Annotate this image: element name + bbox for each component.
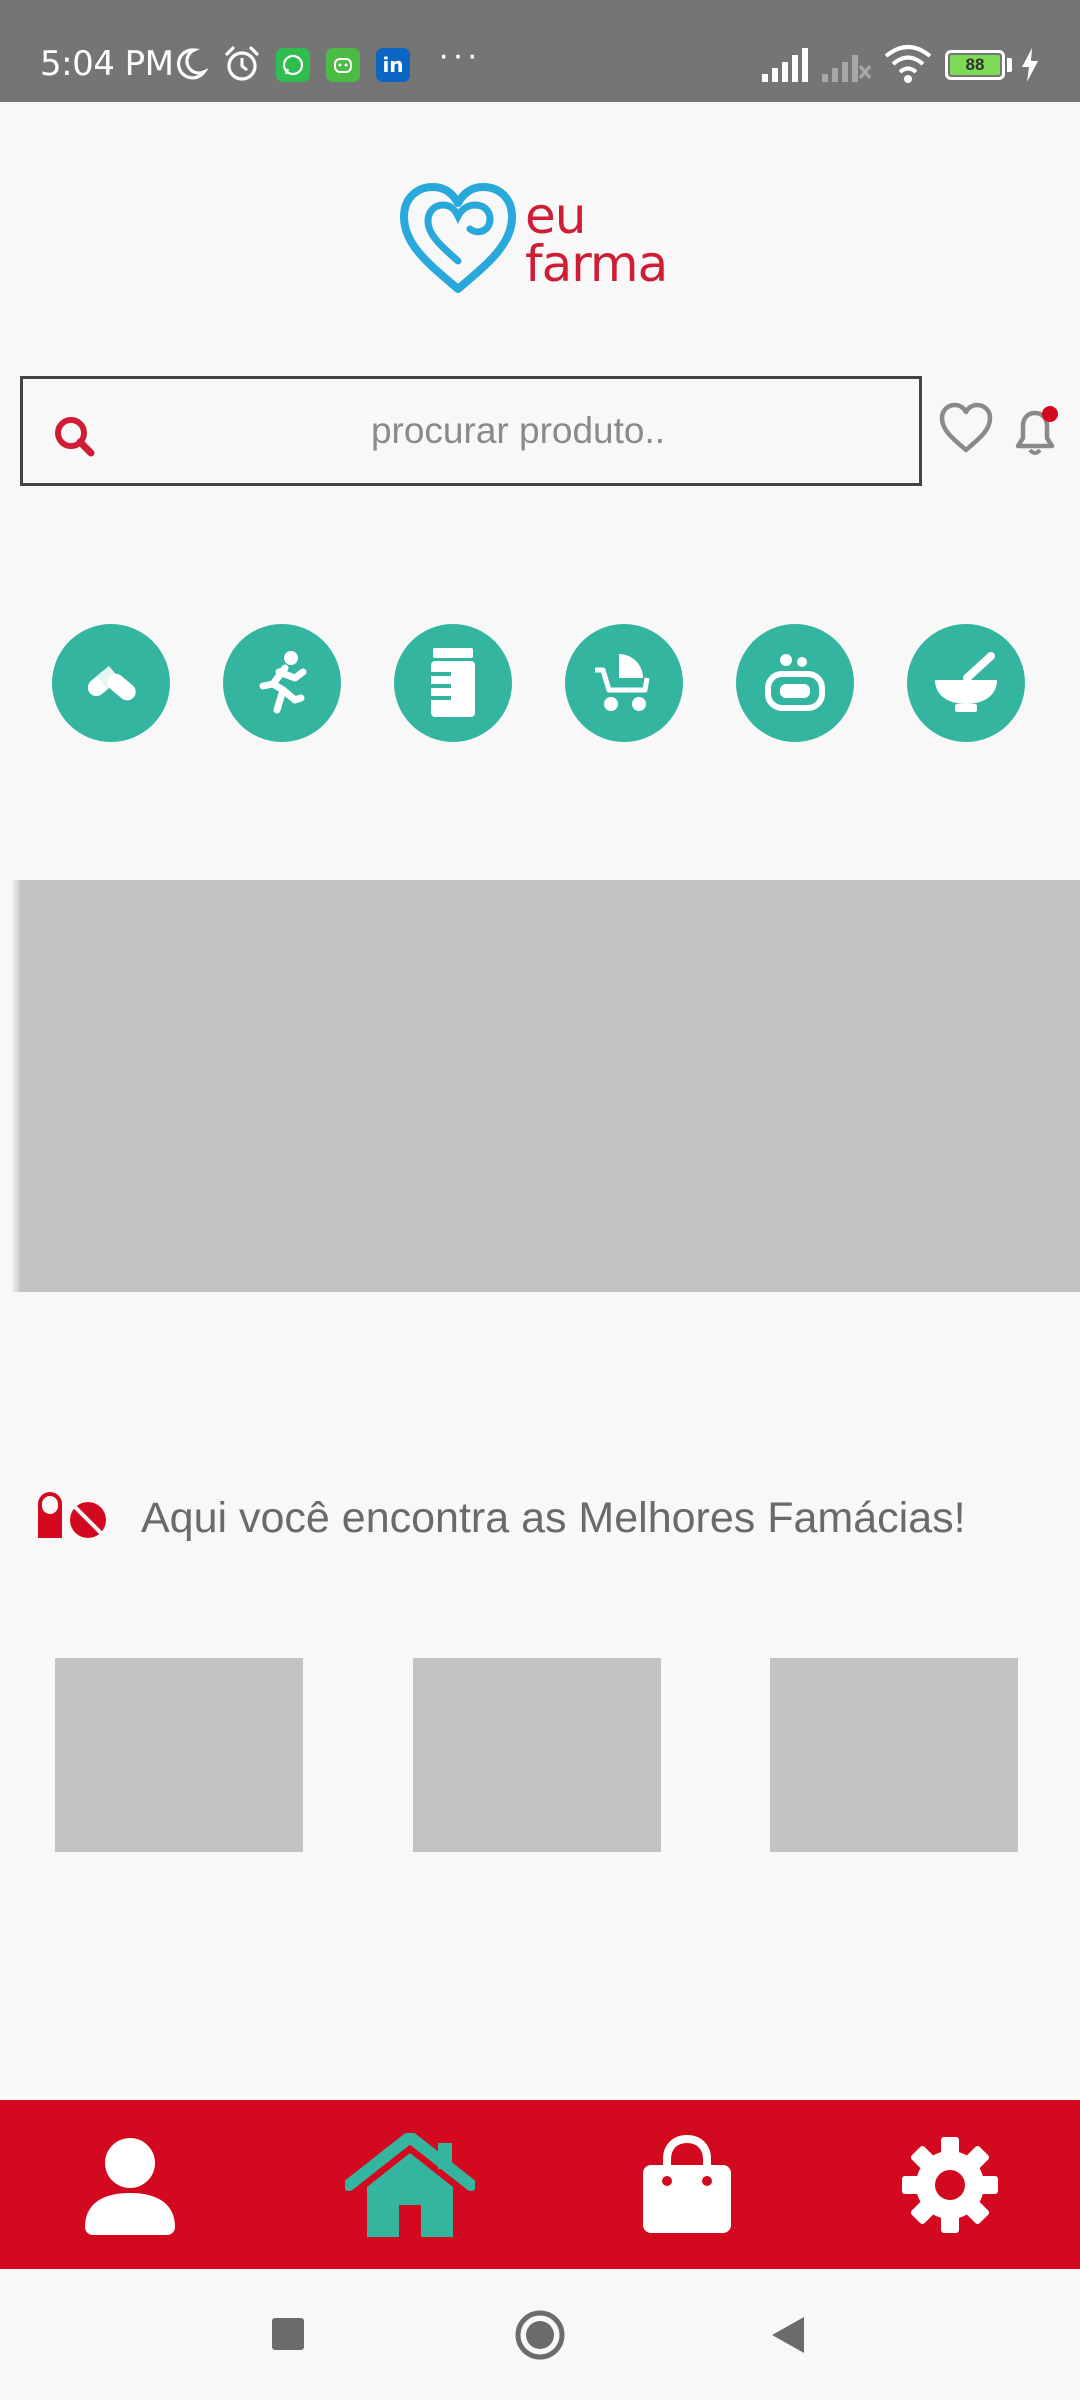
running-icon <box>259 651 307 714</box>
linkedin-badge-text: in <box>382 53 404 77</box>
signal-icon <box>762 48 808 82</box>
baby-stroller-icon <box>595 654 650 711</box>
nav-home[interactable] <box>340 2100 480 2269</box>
nav-cart[interactable] <box>617 2100 757 2269</box>
recents-square-icon[interactable] <box>270 2316 306 2352</box>
category-supplements[interactable] <box>394 624 512 742</box>
notifications-bell-icon[interactable] <box>1006 400 1066 460</box>
wifi-icon <box>884 45 932 83</box>
signal-off-icon <box>822 55 872 82</box>
more-icon: ··· <box>438 36 481 74</box>
logo-word-eu: eu <box>525 187 586 245</box>
home-circle-icon[interactable] <box>514 2309 566 2361</box>
pill-capsule-icon <box>38 1492 106 1538</box>
search-input[interactable] <box>123 379 913 483</box>
supplement-jar-icon <box>431 648 475 717</box>
promo-banner[interactable] <box>20 880 1080 1292</box>
app-logo: eu farma <box>400 183 680 298</box>
moon-icon <box>177 48 208 80</box>
favorites-heart-icon[interactable] <box>938 400 994 456</box>
category-baby[interactable] <box>565 624 683 742</box>
battery-icon: 88 <box>945 50 1005 80</box>
pharmacy-card[interactable] <box>413 1658 661 1852</box>
pills-icon <box>87 665 136 701</box>
shopping-bag-icon <box>643 2134 731 2233</box>
logo-word-farma: farma <box>525 235 668 293</box>
search-bar[interactable] <box>20 376 922 486</box>
category-hygiene[interactable] <box>736 624 854 742</box>
category-pills[interactable] <box>52 624 170 742</box>
nav-settings[interactable] <box>880 2100 1020 2269</box>
category-manipulation[interactable] <box>907 624 1025 742</box>
gear-icon <box>902 2136 998 2233</box>
chat-app-icon <box>326 48 360 82</box>
battery-cap <box>1007 58 1012 72</box>
soap-icon <box>765 654 825 711</box>
mortar-pestle-icon <box>935 652 997 712</box>
category-fitness[interactable] <box>223 624 341 742</box>
charging-icon <box>1022 48 1038 82</box>
user-icon <box>85 2137 175 2235</box>
pharmacies-section-header: Aqui você encontra as Melhores Famácias! <box>36 1480 1076 1560</box>
status-time: 5:04 PM <box>40 44 174 84</box>
system-navigation-bar <box>0 2269 1080 2400</box>
home-icon <box>345 2132 475 2237</box>
battery-level: 88 <box>950 55 1000 75</box>
status-bar: 5:04 PM in ··· 88 <box>0 0 1080 102</box>
linkedin-icon: in <box>376 48 410 82</box>
search-icon <box>55 417 95 457</box>
pharmacy-card[interactable] <box>770 1658 1018 1852</box>
whatsapp-icon <box>276 48 310 82</box>
pharmacy-card[interactable] <box>55 1658 303 1852</box>
heart-logo-icon <box>400 183 516 293</box>
bottom-navigation <box>0 2100 1080 2269</box>
section-title: Aqui você encontra as Melhores Famácias! <box>141 1494 966 1542</box>
nav-profile[interactable] <box>60 2100 200 2269</box>
alarm-icon <box>225 46 259 81</box>
back-triangle-icon[interactable] <box>768 2315 806 2355</box>
